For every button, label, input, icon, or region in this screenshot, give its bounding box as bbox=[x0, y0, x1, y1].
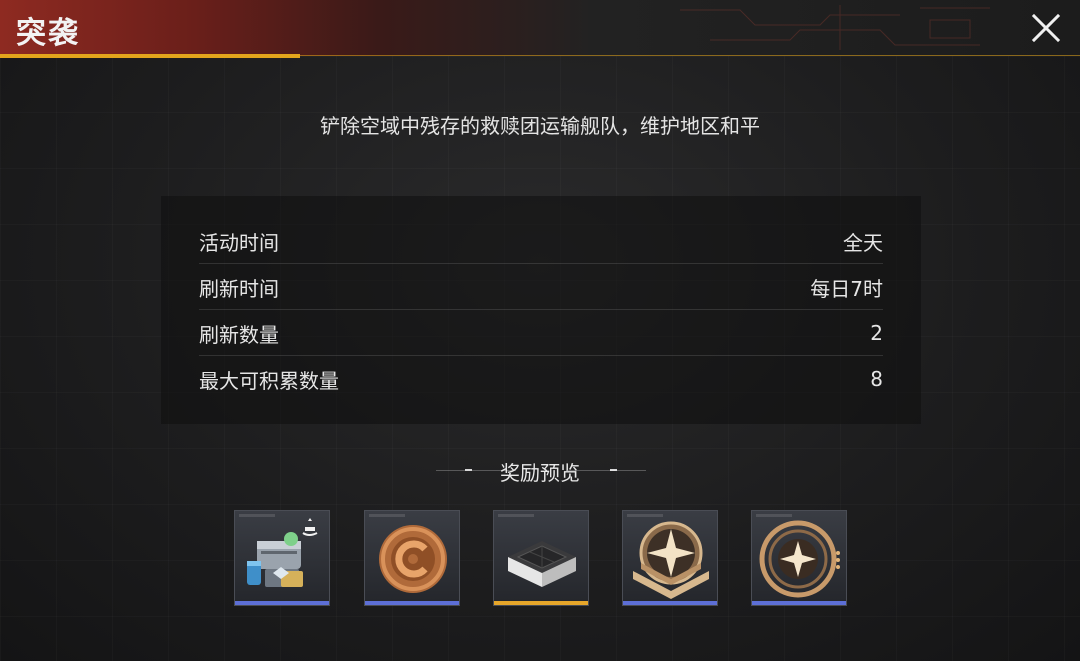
info-label: 最大可积累数量 bbox=[199, 368, 339, 393]
header-circuit-decoration bbox=[680, 5, 990, 50]
info-label: 刷新数量 bbox=[199, 322, 279, 347]
close-button[interactable] bbox=[1030, 12, 1062, 44]
rarity-bar bbox=[623, 601, 717, 605]
rarity-bar bbox=[752, 601, 846, 605]
material-block-icon bbox=[508, 541, 576, 587]
reward-item-supply-crate[interactable] bbox=[234, 510, 330, 606]
reward-item-material-block[interactable] bbox=[493, 510, 589, 606]
reward-preview-title: 奖励预览 bbox=[500, 461, 580, 485]
star-wings-badge-icon bbox=[633, 521, 709, 599]
info-row-max-accumulate: 最大可积累数量 8 bbox=[199, 356, 883, 402]
close-icon bbox=[1031, 13, 1061, 43]
header-accent-line bbox=[300, 55, 1080, 56]
rarity-bar bbox=[365, 601, 459, 605]
supply-crate-icon bbox=[247, 518, 318, 587]
info-value: 2 bbox=[870, 321, 883, 345]
info-label: 活动时间 bbox=[199, 230, 279, 255]
page-title: 突袭 bbox=[16, 16, 80, 51]
reward-item-star-wings-badge[interactable] bbox=[622, 510, 718, 606]
info-value: 每日7时 bbox=[810, 276, 883, 301]
star-ring-token-icon bbox=[759, 520, 840, 598]
reward-item-star-ring-token[interactable] bbox=[751, 510, 847, 606]
info-value: 全天 bbox=[843, 230, 883, 255]
mission-description: 铲除空域中残存的救赎团运输舰队，维护地区和平 bbox=[320, 114, 760, 138]
bronze-coin-icon bbox=[379, 525, 447, 593]
info-row-refresh-time: 刷新时间 每日7时 bbox=[199, 264, 883, 310]
header-accent-bar bbox=[0, 54, 300, 58]
info-label: 刷新时间 bbox=[199, 276, 279, 301]
info-row-activity-time: 活动时间 全天 bbox=[199, 218, 883, 264]
info-value: 8 bbox=[870, 367, 883, 391]
raid-panel: 突袭 铲除空域中残存的救赎团运输舰队，维护地区和平 活动时间 全天 刷新时间 每… bbox=[0, 0, 1080, 661]
info-table: 活动时间 全天 刷新时间 每日7时 刷新数量 2 最大可积累数量 8 bbox=[161, 196, 921, 424]
rarity-bar bbox=[494, 601, 588, 605]
rarity-bar bbox=[235, 601, 329, 605]
header-bar: 突袭 bbox=[0, 0, 1080, 56]
info-row-refresh-count: 刷新数量 2 bbox=[199, 310, 883, 356]
reward-title-line-right bbox=[566, 470, 646, 471]
reward-item-bronze-coin[interactable] bbox=[364, 510, 460, 606]
